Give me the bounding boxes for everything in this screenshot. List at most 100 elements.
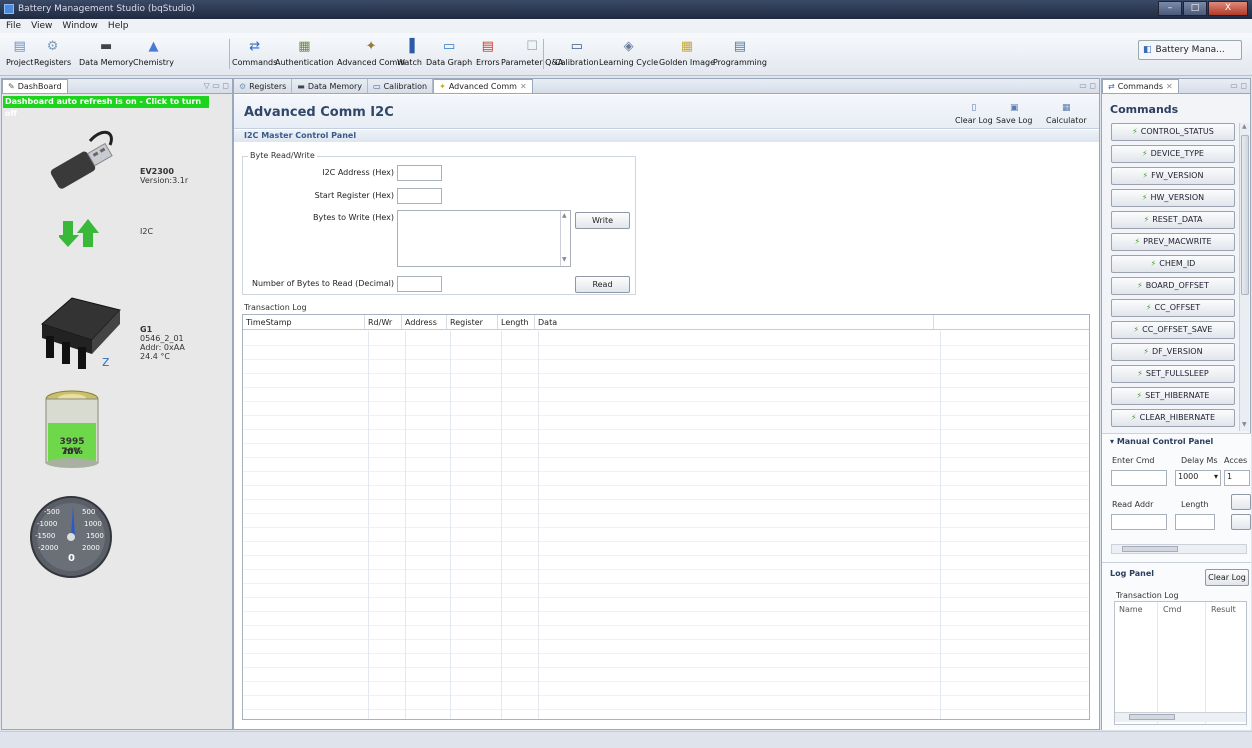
close-button[interactable]: X bbox=[1208, 1, 1248, 16]
transaction-log-table[interactable]: TimeStamp Rd/Wr Address Register Length … bbox=[242, 314, 1090, 720]
tab-dashboard[interactable]: ✎ DashBoard bbox=[2, 79, 68, 93]
tab-advanced-comm[interactable]: ✦ Advanced Comm ✕ bbox=[433, 79, 533, 93]
scroll-up-icon[interactable]: ▲ bbox=[562, 212, 567, 219]
scroll-down-icon[interactable]: ▼ bbox=[1242, 421, 1247, 428]
command-button-device-type[interactable]: ⚡ DEVICE_TYPE bbox=[1111, 145, 1235, 163]
tab-data-memory[interactable]: ▬ Data Memory bbox=[292, 79, 369, 93]
log-table[interactable]: Name Cmd Result bbox=[1114, 601, 1247, 725]
toolbar-calibration-button[interactable]: ▭ Calibration bbox=[555, 35, 599, 73]
command-icon: ⚡ bbox=[1130, 413, 1137, 422]
commands-scrollbar[interactable]: ▲ ▼ bbox=[1239, 123, 1249, 431]
write-input-scrollbar[interactable]: ▲ ▼ bbox=[560, 211, 570, 266]
toolbar-watch-button[interactable]: ▐ Watch bbox=[397, 35, 422, 73]
adapter-version: Version:3.1r bbox=[140, 176, 189, 185]
minimize-button[interactable]: – bbox=[1158, 1, 1182, 16]
col-name[interactable]: Name bbox=[1119, 605, 1143, 614]
toolbar-advanced-comm-button[interactable]: ✦ Advanced Comm bbox=[337, 35, 405, 73]
scroll-up-icon[interactable]: ▲ bbox=[1242, 123, 1247, 130]
command-button-prev-macwrite[interactable]: ⚡ PREV_MACWRITE bbox=[1111, 233, 1235, 251]
read-addr-input[interactable] bbox=[1111, 514, 1167, 530]
toolbar-data-memory-button[interactable]: ▬ Data Memory bbox=[79, 35, 133, 73]
toolbar-data-graph-button[interactable]: ▭ Data Graph bbox=[426, 35, 472, 73]
enter-cmd-input[interactable] bbox=[1111, 470, 1167, 486]
toolbar-programming-button[interactable]: ▤ Programming bbox=[713, 35, 767, 73]
log-panel: Log Panel Clear Log Transaction Log Name… bbox=[1102, 562, 1251, 730]
start-register-input[interactable] bbox=[397, 188, 442, 204]
manual-control-title[interactable]: ▾ Manual Control Panel bbox=[1110, 437, 1213, 446]
calculator-icon: ▦ bbox=[1062, 103, 1071, 113]
tab-registers[interactable]: ⚙ Registers bbox=[234, 79, 293, 93]
auto-refresh-toggle[interactable]: Dashboard auto refresh is on - Click to … bbox=[3, 96, 209, 118]
clear-log-button-small[interactable]: Clear Log bbox=[1205, 569, 1249, 586]
col-result[interactable]: Result bbox=[1211, 605, 1236, 614]
table-row bbox=[243, 513, 1089, 514]
command-button-cc-offset[interactable]: ⚡ CC_OFFSET bbox=[1111, 299, 1235, 317]
toolbar-golden-image-button[interactable]: ▦ Golden Image bbox=[659, 35, 715, 73]
toolbar-parameter-qa-button[interactable]: ☐ Parameter Q&A bbox=[501, 35, 563, 73]
menu-window[interactable]: Window bbox=[62, 21, 98, 31]
col-register[interactable]: Register bbox=[447, 315, 498, 329]
menu-help[interactable]: Help bbox=[108, 21, 129, 31]
i2c-address-input[interactable] bbox=[397, 165, 442, 181]
perspective-button[interactable]: ◧ Battery Mana... bbox=[1138, 40, 1242, 60]
col-data[interactable]: Data bbox=[535, 315, 934, 329]
clear-log-icon: ▯ bbox=[971, 103, 977, 113]
toolbar-learning-cycle-button[interactable]: ◈ Learning Cycle bbox=[599, 35, 658, 73]
table-row bbox=[243, 709, 1089, 710]
command-button-cc-offset-save[interactable]: ⚡ CC_OFFSET_SAVE bbox=[1111, 321, 1235, 339]
col-timestamp[interactable]: TimeStamp bbox=[243, 315, 365, 329]
manual-hscrollbar[interactable] bbox=[1111, 544, 1247, 554]
clear-log-button[interactable]: ▯ Clear Log bbox=[955, 103, 993, 125]
usb-adapter-icon bbox=[50, 130, 113, 189]
tab-calibration[interactable]: ▭ Calibration bbox=[368, 79, 434, 93]
menu-view[interactable]: View bbox=[31, 21, 52, 31]
bytes-to-write-input[interactable] bbox=[397, 210, 571, 267]
close-tab-icon[interactable]: ✕ bbox=[520, 82, 527, 91]
command-button-control-status[interactable]: ⚡ CONTROL_STATUS bbox=[1111, 123, 1235, 141]
col-cmd[interactable]: Cmd bbox=[1163, 605, 1181, 614]
save-log-button[interactable]: ▣ Save Log bbox=[996, 103, 1032, 125]
command-button-fw-version[interactable]: ⚡ FW_VERSION bbox=[1111, 167, 1235, 185]
command-button-clear-hibernate[interactable]: ⚡ CLEAR_HIBERNATE bbox=[1111, 409, 1235, 427]
close-tab-icon[interactable]: ✕ bbox=[1166, 82, 1173, 91]
write-button[interactable]: Write bbox=[575, 212, 630, 229]
delay-ms-select[interactable]: 1000 ▾ bbox=[1175, 470, 1221, 486]
toolbar-authentication-button[interactable]: ▦ Authentication bbox=[275, 35, 334, 73]
command-button-set-hibernate[interactable]: ⚡ SET_HIBERNATE bbox=[1111, 387, 1235, 405]
toolbar-project-button[interactable]: ▤ Project bbox=[6, 35, 33, 73]
scroll-thumb[interactable] bbox=[1241, 135, 1249, 295]
col-rdwr[interactable]: Rd/Wr bbox=[365, 315, 402, 329]
command-button-reset-data[interactable]: ⚡ RESET_DATA bbox=[1111, 211, 1235, 229]
toolbar-errors-button[interactable]: ▤ Errors bbox=[476, 35, 500, 73]
read-button[interactable]: Read bbox=[575, 276, 630, 293]
send-button[interactable] bbox=[1231, 494, 1251, 510]
maximize-button[interactable]: □ bbox=[1183, 1, 1207, 16]
access-input[interactable]: 1 bbox=[1224, 470, 1250, 486]
toolbar-commands-button[interactable]: ⇄ Commands bbox=[232, 35, 277, 73]
log-hscrollbar[interactable] bbox=[1115, 712, 1246, 722]
toolbar-registers-button[interactable]: ⚙ Registers bbox=[34, 35, 71, 73]
table-row bbox=[243, 387, 1089, 388]
view-menu-icon[interactable]: ▽ ▭ ◻ bbox=[204, 81, 229, 90]
toolbar-label: Registers bbox=[34, 58, 72, 67]
editor-view-controls-icon[interactable]: ▭ ◻ bbox=[1079, 81, 1096, 90]
col-length[interactable]: Length bbox=[498, 315, 535, 329]
menu-file[interactable]: File bbox=[6, 21, 21, 31]
read-button-small[interactable] bbox=[1231, 514, 1251, 530]
commands-view-controls-icon[interactable]: ▭ ◻ bbox=[1230, 81, 1247, 90]
hscroll-thumb[interactable] bbox=[1122, 546, 1178, 552]
calculator-button[interactable]: ▦ Calculator bbox=[1046, 103, 1087, 125]
scroll-down-icon[interactable]: ▼ bbox=[562, 256, 567, 263]
length-input[interactable] bbox=[1175, 514, 1215, 530]
col-address[interactable]: Address bbox=[402, 315, 447, 329]
command-button-hw-version[interactable]: ⚡ HW_VERSION bbox=[1111, 189, 1235, 207]
dashboard-tabstrip: ✎ DashBoard ▽ ▭ ◻ bbox=[2, 79, 232, 94]
command-button-board-offset[interactable]: ⚡ BOARD_OFFSET bbox=[1111, 277, 1235, 295]
command-button-chem-id[interactable]: ⚡ CHEM_ID bbox=[1111, 255, 1235, 273]
command-button-set-fullsleep[interactable]: ⚡ SET_FULLSLEEP bbox=[1111, 365, 1235, 383]
toolbar-chemistry-button[interactable]: ▲ Chemistry bbox=[133, 35, 174, 73]
bytes-to-read-input[interactable] bbox=[397, 276, 442, 292]
command-button-df-version[interactable]: ⚡ DF_VERSION bbox=[1111, 343, 1235, 361]
hscroll-thumb[interactable] bbox=[1129, 714, 1175, 720]
tab-commands[interactable]: ⇄ Commands ✕ bbox=[1102, 79, 1179, 93]
